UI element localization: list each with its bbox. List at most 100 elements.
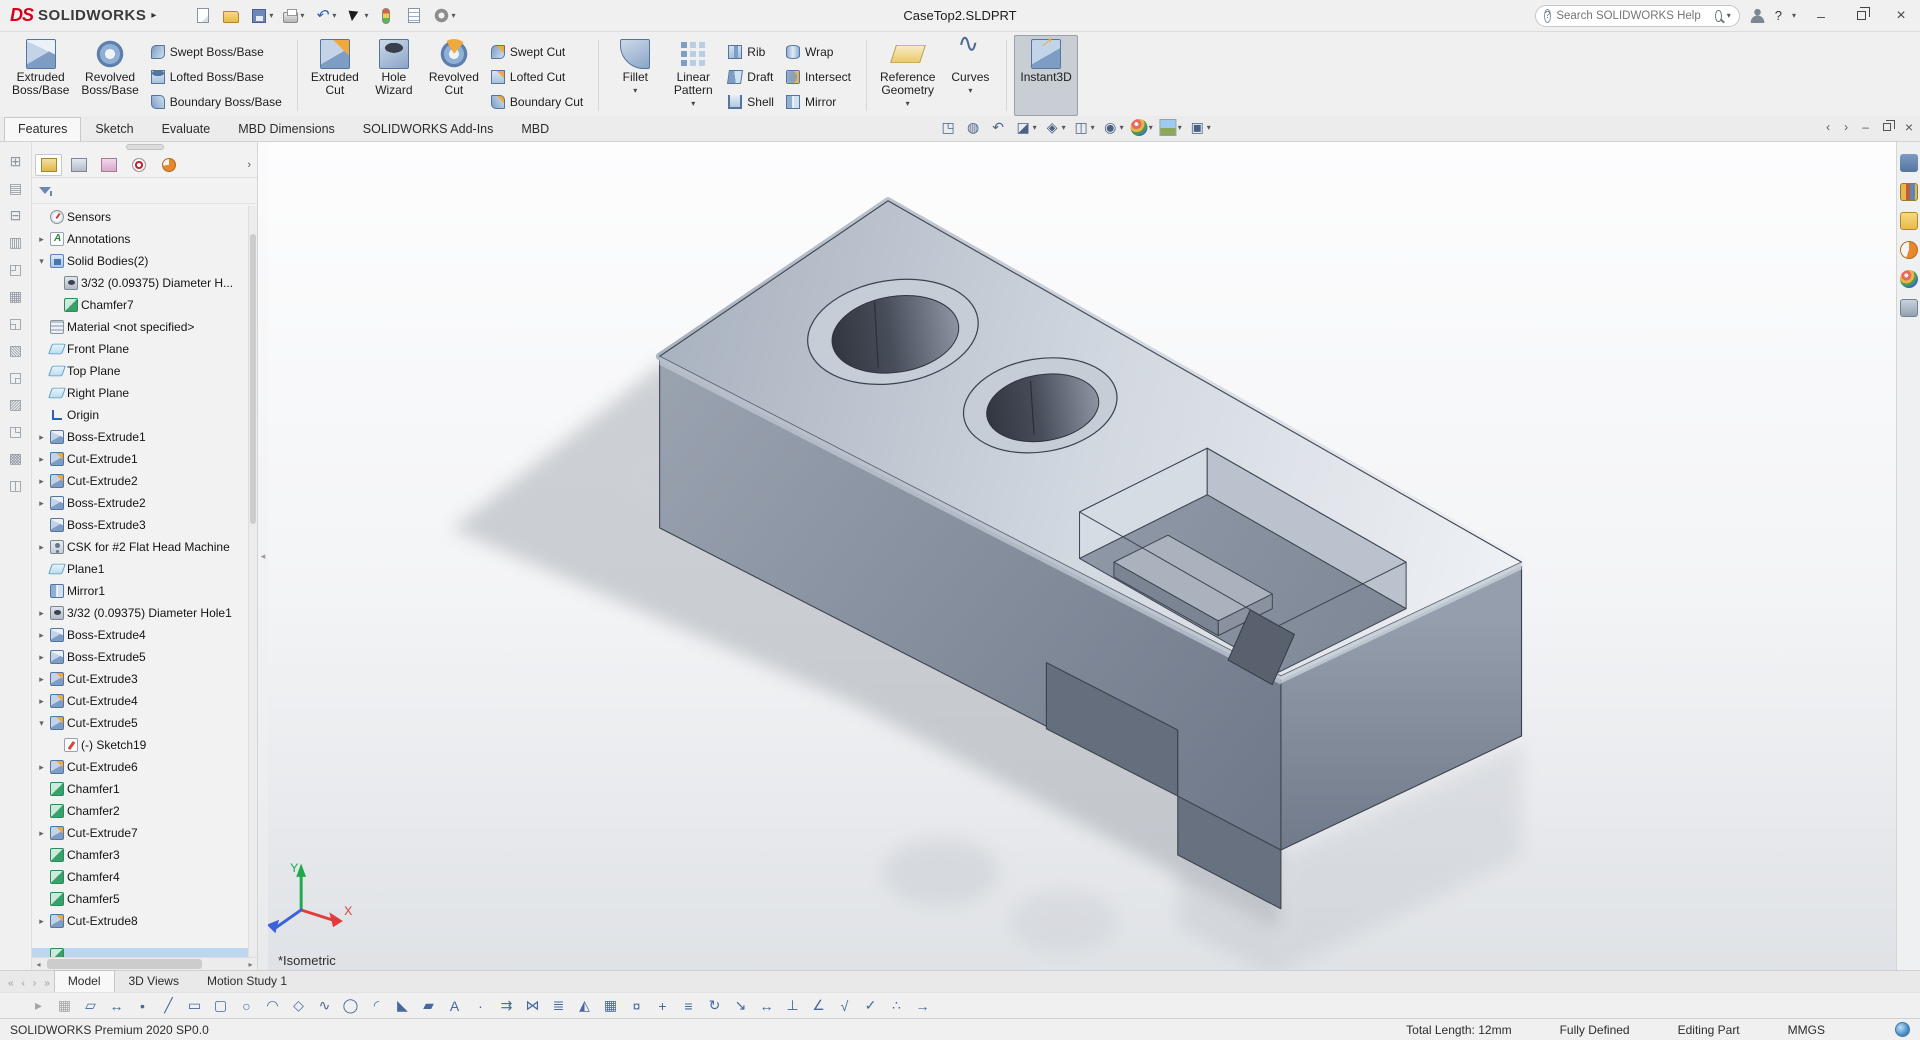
ribbon-tab[interactable]: Evaluate — [148, 117, 225, 141]
corner-rectangle[interactable]: ▭ — [184, 995, 205, 1016]
tab-scroll-icon[interactable]: › — [29, 975, 40, 992]
circle[interactable]: ○ — [236, 995, 257, 1016]
ribbon-small-button[interactable]: Boundary Cut — [487, 89, 591, 114]
side-tool-5[interactable]: ◰ — [6, 260, 25, 279]
text-tool[interactable]: A — [444, 995, 465, 1016]
tree-expander-icon[interactable]: ▸ — [36, 234, 47, 245]
ribbon-large-button[interactable]: Extruded Boss/Base — [6, 35, 75, 116]
feature-tree-item[interactable]: ▸ Cut-Extrude1 — [32, 448, 257, 470]
tree-expander-icon[interactable]: ▾ — [36, 718, 47, 729]
feature-tree-item-partial[interactable] — [32, 948, 257, 957]
tree-expander-icon[interactable]: ▸ — [36, 696, 47, 707]
tree-expander-icon[interactable]: ▸ — [36, 608, 47, 619]
tree-expander-icon[interactable]: ▸ — [36, 828, 47, 839]
panel-splitter[interactable]: ◂ — [258, 142, 268, 970]
display-relations[interactable]: ⊥ — [782, 995, 803, 1016]
feature-tree-item[interactable]: Chamfer2 — [32, 800, 257, 822]
search-box[interactable]: ? ▾ — [1534, 4, 1740, 27]
straight-slot[interactable]: ▢ — [210, 995, 231, 1016]
ribbon-tab[interactable]: MBD — [507, 117, 563, 141]
tree-expander-icon[interactable]: ▸ — [36, 652, 47, 663]
ribbon-large-button[interactable]: Reference Geometry ▾ — [874, 35, 941, 116]
spline[interactable]: ∿ — [314, 995, 335, 1016]
ribbon-small-button[interactable]: Rib — [724, 39, 782, 64]
ribbon-large-button[interactable]: Fillet ▾ — [606, 35, 664, 116]
feature-tree-item[interactable]: Chamfer4 — [32, 866, 257, 888]
feature-tree-item[interactable]: Sensors — [32, 206, 257, 228]
file-explorer[interactable] — [1899, 212, 1918, 230]
feature-tree-item[interactable]: (-) Sketch19 — [32, 734, 257, 756]
featuremanager-design-tree[interactable] — [35, 153, 62, 176]
feature-tree-item[interactable]: Chamfer1 — [32, 778, 257, 800]
ribbon-tab[interactable]: Sketch — [81, 117, 147, 141]
view-orientation[interactable]: ◈ ▾ — [1042, 118, 1068, 137]
tree-expander-icon[interactable]: ▸ — [36, 476, 47, 487]
feature-tree-item[interactable]: Mirror1 — [32, 580, 257, 602]
new-document[interactable] — [192, 6, 216, 25]
undo[interactable]: ▾ — [311, 6, 339, 26]
ellipse[interactable]: ◯ — [340, 995, 361, 1016]
tree-expander-icon[interactable]: ▸ — [36, 432, 47, 443]
view-palette[interactable] — [1899, 241, 1918, 259]
intersection-curve[interactable]: ⋈ — [522, 995, 543, 1016]
file-properties[interactable] — [403, 6, 427, 25]
scroll-left-icon[interactable]: ◂ — [32, 960, 45, 969]
ribbon-large-button[interactable]: Linear Pattern ▾ — [664, 35, 722, 116]
ribbon-tab[interactable]: MBD Dimensions — [224, 117, 349, 141]
add-relation[interactable]: ∠ — [808, 995, 829, 1016]
side-tool-4[interactable]: ▥ — [6, 233, 25, 252]
feature-tree-item[interactable]: ▸ Annotations — [32, 228, 257, 250]
point-snap[interactable]: • — [132, 995, 153, 1016]
tree-expander-icon[interactable]: ▾ — [36, 256, 47, 267]
previous-document-icon[interactable]: ‹ — [1823, 120, 1833, 134]
window-close-button[interactable]: × — [1886, 4, 1916, 28]
solidworks-logo[interactable]: DS SOLIDWORKS ▸ — [0, 5, 166, 26]
feature-tree-item[interactable]: ▸ Cut-Extrude7 — [32, 822, 257, 844]
document-minimize-button[interactable]: – — [1859, 120, 1872, 134]
ribbon-tab[interactable]: SOLIDWORKS Add-Ins — [349, 117, 508, 141]
selection-filter[interactable]: ▦ — [54, 995, 75, 1016]
3d-model-canvas[interactable]: Y X Z — [268, 142, 1896, 970]
document-tab[interactable]: Model — [53, 970, 115, 992]
view-settings[interactable]: ▣ ▾ — [1187, 118, 1213, 137]
feature-tree-item[interactable]: Right Plane — [32, 382, 257, 404]
tab-scroll-icon[interactable]: ‹ — [18, 975, 29, 992]
feature-tree-item[interactable]: ▸ Cut-Extrude2 — [32, 470, 257, 492]
ribbon-small-button[interactable]: Intersect — [782, 64, 859, 89]
displaymanager[interactable] — [155, 154, 182, 176]
tab-scroll-icon[interactable]: » — [40, 975, 54, 992]
tree-expander-icon[interactable]: ▸ — [36, 916, 47, 927]
ribbon-large-button[interactable]: Curves ▾ — [941, 35, 999, 116]
feature-tree-item[interactable]: Top Plane — [32, 360, 257, 382]
next-document-icon[interactable]: › — [1841, 120, 1851, 134]
side-tool-1[interactable]: ⊞ — [6, 152, 25, 171]
tree-expander-icon[interactable]: ▸ — [36, 498, 47, 509]
move-entities[interactable]: + — [652, 995, 673, 1016]
feature-tree-item[interactable]: 3/32 (0.09375) Diameter H... — [32, 272, 257, 294]
document-restore-button[interactable] — [1880, 120, 1895, 134]
copy-entities[interactable]: ≡ — [678, 995, 699, 1016]
feature-tree-item[interactable]: ▸ Cut-Extrude8 — [32, 910, 257, 932]
feature-tree-item[interactable]: Chamfer5 — [32, 888, 257, 910]
line[interactable]: ╱ — [158, 995, 179, 1016]
mirror-entities[interactable]: ◭ — [574, 995, 595, 1016]
feature-tree-item[interactable]: ▾ Cut-Extrude5 — [32, 712, 257, 734]
document-tab[interactable]: 3D Views — [115, 970, 193, 992]
ribbon-small-button[interactable]: Lofted Cut — [487, 64, 591, 89]
select[interactable]: ▾ — [343, 6, 371, 26]
ribbon-small-button[interactable]: Lofted Boss/Base — [147, 64, 290, 89]
feature-tree-item[interactable]: Chamfer7 — [32, 294, 257, 316]
units-globe-icon[interactable] — [1895, 1022, 1910, 1037]
scrollbar-thumb[interactable] — [250, 234, 256, 524]
smart-dimension[interactable]: ↔ — [106, 995, 127, 1016]
scale-entities[interactable]: ↘ — [730, 995, 751, 1016]
side-tool-10[interactable]: ▨ — [6, 395, 25, 414]
side-tool-13[interactable]: ◫ — [6, 476, 25, 495]
feature-tree-item[interactable]: ▸ Cut-Extrude4 — [32, 690, 257, 712]
help-dropdown-icon[interactable]: ▾ — [1792, 11, 1796, 20]
dimxpertmanager[interactable] — [125, 154, 152, 176]
ribbon-large-button[interactable]: Hole Wizard — [365, 35, 423, 116]
feature-tree-item[interactable]: ▸ Boss-Extrude2 — [32, 492, 257, 514]
centerpoint-arc[interactable]: ◠ — [262, 995, 283, 1016]
panel-collapse-handle[interactable] — [125, 144, 164, 150]
